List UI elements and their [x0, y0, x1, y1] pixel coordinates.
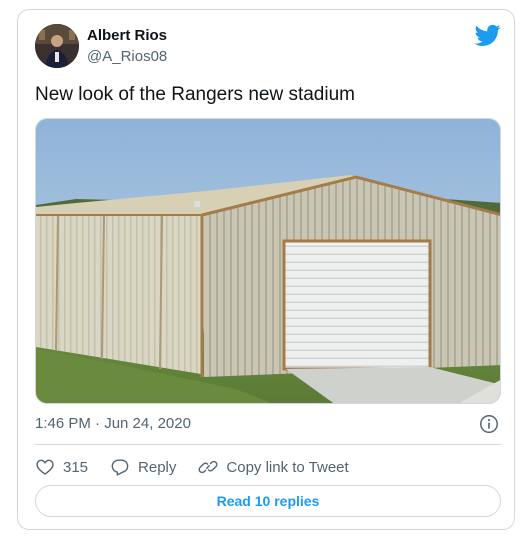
copy-link-button[interactable]: Copy link to Tweet	[198, 457, 349, 477]
tweet-card: Albert Rios @A_Rios08 New look of the Ra…	[17, 9, 515, 530]
divider	[35, 444, 501, 445]
tweet-media[interactable]	[35, 118, 501, 404]
heart-icon	[36, 459, 54, 475]
read-replies-button[interactable]: Read 10 replies	[35, 485, 501, 517]
author-name[interactable]: Albert Rios	[87, 27, 167, 44]
reply-label: Reply	[138, 458, 177, 476]
tweet-timestamp[interactable]: 1:46 PM · Jun 24, 2020	[35, 415, 191, 432]
info-icon[interactable]	[478, 413, 500, 435]
reply-icon	[111, 459, 129, 476]
reply-button[interactable]: Reply	[110, 457, 176, 477]
building-photo	[36, 119, 500, 403]
author-handle[interactable]: @A_Rios08	[87, 48, 167, 65]
avatar-image	[35, 24, 79, 68]
like-button[interactable]: 315	[35, 457, 88, 477]
like-count: 315	[63, 458, 89, 476]
link-icon	[198, 460, 218, 474]
copy-link-label: Copy link to Tweet	[226, 458, 349, 476]
tweet-actions: 315 Reply Copy link to Tweet	[35, 456, 371, 478]
tweet-text: New look of the Rangers new stadium	[35, 84, 355, 105]
avatar[interactable]	[35, 24, 79, 68]
twitter-bird-icon[interactable]	[475, 22, 501, 48]
